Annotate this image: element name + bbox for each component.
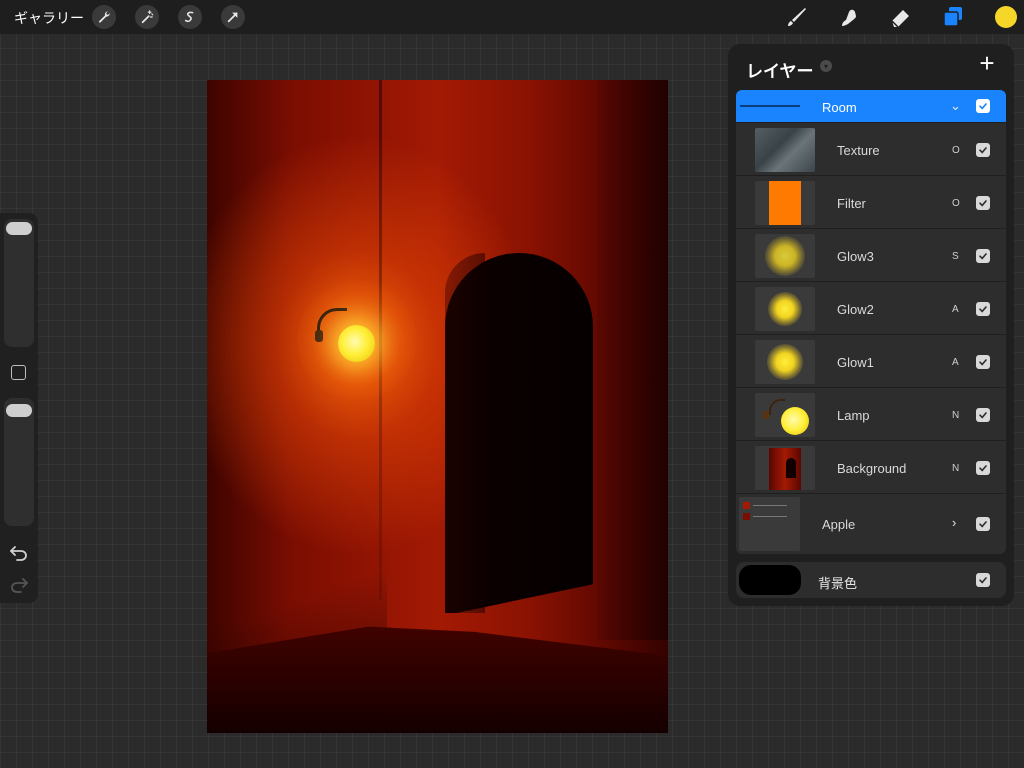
- blend-mode-indicator[interactable]: N: [952, 410, 959, 421]
- transform-arrow-icon[interactable]: [221, 5, 245, 29]
- gallery-button[interactable]: ギャラリー: [14, 8, 84, 28]
- layer-group-apple[interactable]: Apple ›: [736, 494, 1006, 554]
- redo-icon[interactable]: [9, 575, 29, 593]
- smudge-icon[interactable]: [836, 4, 862, 30]
- layer-thumbnail: [755, 181, 815, 225]
- canvas-artwork[interactable]: [207, 80, 668, 733]
- color-picker-button[interactable]: [995, 6, 1017, 28]
- lamp-bulb: [338, 325, 375, 362]
- add-layer-button[interactable]: +: [976, 50, 998, 76]
- layer-row-lamp[interactable]: Lamp N: [736, 388, 1006, 441]
- visibility-checkbox[interactable]: [976, 517, 990, 531]
- layer-row-glow3[interactable]: Glow3 S: [736, 229, 1006, 282]
- layers-panel-title: レイヤー: [746, 62, 814, 81]
- layer-name: Texture: [837, 143, 880, 158]
- brush-size-slider[interactable]: [4, 219, 34, 347]
- wrench-icon[interactable]: [92, 5, 116, 29]
- layer-name: Lamp: [837, 408, 870, 423]
- layer-name: Glow2: [837, 302, 874, 317]
- visibility-checkbox[interactable]: [976, 143, 990, 157]
- group-indicator: [740, 105, 800, 107]
- brush-size-knob[interactable]: [6, 222, 32, 235]
- layer-row-texture[interactable]: Texture O: [736, 123, 1006, 176]
- layer-name: Filter: [837, 196, 866, 211]
- layer-thumbnail: [755, 287, 815, 331]
- blend-mode-indicator[interactable]: O: [952, 198, 960, 209]
- modify-button[interactable]: [11, 365, 26, 380]
- layer-row-background[interactable]: Background N: [736, 441, 1006, 494]
- background-color-label: 背景色: [818, 576, 858, 591]
- visibility-checkbox[interactable]: [976, 99, 990, 113]
- visibility-checkbox[interactable]: [976, 355, 990, 369]
- eraser-icon[interactable]: [888, 4, 914, 30]
- left-sidebar: [0, 213, 38, 603]
- blend-mode-indicator[interactable]: S: [952, 251, 959, 262]
- chevron-right-icon[interactable]: ›: [952, 515, 956, 530]
- layer-row-glow2[interactable]: Glow2 A: [736, 282, 1006, 335]
- layer-thumbnail: [755, 234, 815, 278]
- top-toolbar: ギャラリー: [0, 0, 1024, 34]
- chevron-down-icon[interactable]: ▾: [820, 60, 832, 72]
- layer-thumbnail: [739, 497, 800, 551]
- blend-mode-indicator[interactable]: A: [952, 304, 959, 315]
- chevron-down-icon[interactable]: ⌄: [950, 98, 961, 114]
- layer-thumbnail: [755, 446, 815, 490]
- background-color-swatch[interactable]: [739, 565, 801, 595]
- visibility-checkbox[interactable]: [976, 573, 990, 587]
- layer-row-glow1[interactable]: Glow1 A: [736, 335, 1006, 388]
- layer-name: Glow1: [837, 355, 874, 370]
- layer-thumbnail: [755, 393, 815, 437]
- opacity-knob[interactable]: [6, 404, 32, 417]
- undo-icon[interactable]: [9, 543, 29, 561]
- layer-row-filter[interactable]: Filter O: [736, 176, 1006, 229]
- layer-name: Glow3: [837, 249, 874, 264]
- right-wall-shadow: [597, 80, 668, 640]
- layer-group-room[interactable]: Room ⌄: [736, 90, 1006, 123]
- visibility-checkbox[interactable]: [976, 196, 990, 210]
- blend-mode-indicator[interactable]: A: [952, 357, 959, 368]
- visibility-checkbox[interactable]: [976, 249, 990, 263]
- layer-name: Background: [837, 461, 907, 476]
- blend-mode-indicator[interactable]: O: [952, 145, 960, 156]
- blend-mode-indicator[interactable]: N: [952, 463, 959, 474]
- opacity-slider[interactable]: [4, 398, 34, 526]
- visibility-checkbox[interactable]: [976, 302, 990, 316]
- background-color-row[interactable]: 背景色: [736, 562, 1006, 598]
- brush-icon[interactable]: [784, 4, 810, 30]
- lamp-mount: [315, 330, 323, 342]
- visibility-checkbox[interactable]: [976, 461, 990, 475]
- layers-panel: レイヤー ▾ + Room ⌄ Texture O Filter O Glow3…: [728, 44, 1014, 606]
- selection-icon[interactable]: [178, 5, 202, 29]
- layer-thumbnail: [755, 340, 815, 384]
- layers-icon[interactable]: [940, 4, 966, 30]
- layer-thumbnail: [755, 128, 815, 172]
- dark-doorway: [445, 253, 593, 613]
- visibility-checkbox[interactable]: [976, 408, 990, 422]
- layer-name: Room: [822, 100, 857, 115]
- magic-wand-icon[interactable]: [135, 5, 159, 29]
- layer-name: Apple: [822, 517, 856, 532]
